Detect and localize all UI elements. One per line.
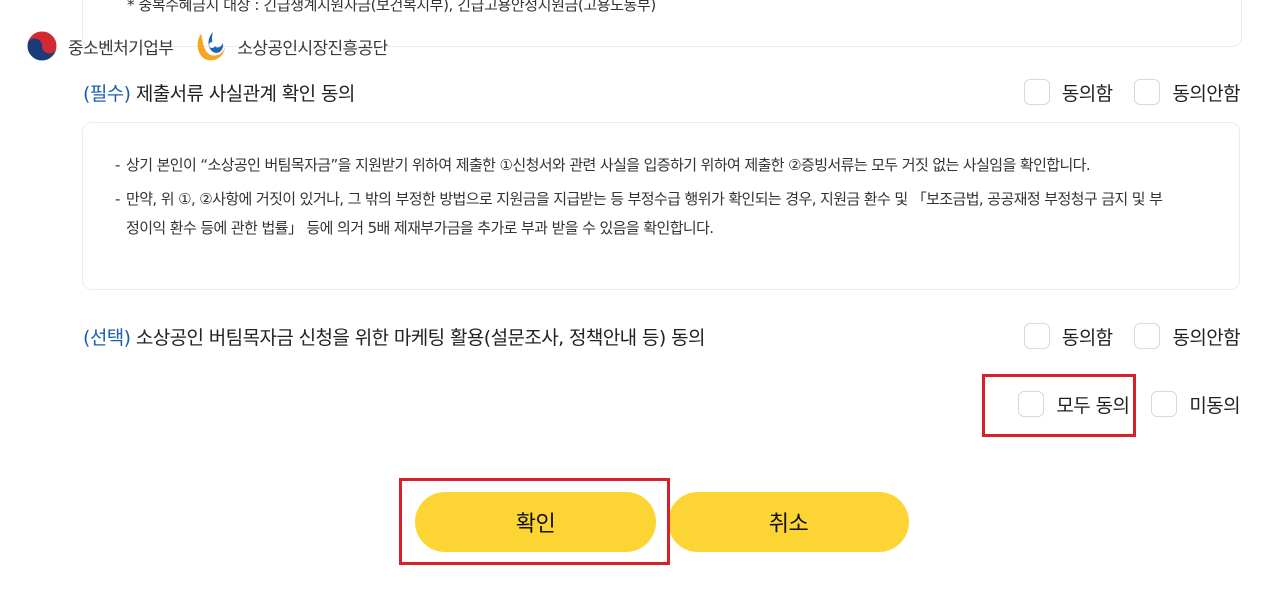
optional-consent-title: (선택) 소상공인 버팀목자금 신청을 위한 마케팅 활용(설문조사, 정책안내… xyxy=(83,323,1002,350)
optional-agree-checkbox[interactable] xyxy=(1023,323,1050,349)
optional-disagree-option[interactable]: 동의안함 xyxy=(1134,323,1241,350)
consent-item: - 상기 본인이 “소상공인 버팀목자금”을 지원받기 위하여 제출한 ①신청서… xyxy=(115,156,1091,174)
optional-disagree-label: 동의안함 xyxy=(1172,326,1240,349)
agree-all-label: 모두 동의 xyxy=(1056,394,1130,417)
optional-consent-options: 동의함 동의안함 xyxy=(1002,323,1241,350)
required-tag: (필수) xyxy=(83,82,131,105)
confirm-button[interactable]: 확인 xyxy=(415,492,656,552)
ministry-logo: 중소벤처기업부 xyxy=(24,28,174,64)
agree-all-checkbox[interactable] xyxy=(1018,391,1045,417)
required-agree-checkbox[interactable] xyxy=(1023,79,1050,105)
required-consent-options: 동의함 동의안함 xyxy=(1002,79,1241,106)
optional-consent-row: (선택) 소상공인 버팀목자금 신청을 위한 마케팅 활용(설문조사, 정책안내… xyxy=(83,321,1241,351)
required-disagree-label: 동의안함 xyxy=(1172,82,1240,105)
taegeuk-icon xyxy=(26,30,58,62)
logo-bar: 중소벤처기업부 소상공인시장진흥공단 xyxy=(24,26,388,66)
agency-name: 소상공인시장진흥공단 xyxy=(237,38,388,59)
required-consent-title: (필수) 제출서류 사실관계 확인 동의 xyxy=(83,79,1002,106)
optional-agree-option[interactable]: 동의함 xyxy=(1023,323,1113,350)
required-disagree-checkbox[interactable] xyxy=(1134,79,1161,105)
action-buttons: 확인 취소 xyxy=(415,492,909,552)
optional-agree-label: 동의함 xyxy=(1061,326,1113,349)
required-agree-label: 동의함 xyxy=(1061,82,1113,105)
agency-logo: 소상공인시장진흥공단 xyxy=(193,28,388,64)
required-consent-row: (필수) 제출서류 사실관계 확인 동의 동의함 동의안함 xyxy=(83,77,1241,107)
optional-disagree-checkbox[interactable] xyxy=(1134,323,1161,349)
consent-item-text: 상기 본인이 “소상공인 버팀목자금”을 지원받기 위하여 제출한 ①신청서와 … xyxy=(126,156,1091,174)
required-agree-option[interactable]: 동의함 xyxy=(1023,79,1113,106)
optional-tag: (선택) xyxy=(83,326,131,349)
required-consent-title-text: 제출서류 사실관계 확인 동의 xyxy=(135,82,355,105)
agree-all-option[interactable]: 모두 동의 xyxy=(1018,391,1130,418)
disagree-all-checkbox[interactable] xyxy=(1151,391,1178,417)
ministry-name: 중소벤처기업부 xyxy=(68,38,174,59)
required-disagree-option[interactable]: 동의안함 xyxy=(1134,79,1241,106)
required-consent-content: - 상기 본인이 “소상공인 버팀목자금”을 지원받기 위하여 제출한 ①신청서… xyxy=(82,122,1240,290)
all-consent-row: 모두 동의 미동의 xyxy=(996,388,1241,420)
consent-list: - 상기 본인이 “소상공인 버팀목자금”을 지원받기 위하여 제출한 ①신청서… xyxy=(115,151,1175,243)
consent-item-text: 만약, 위 ①, ②사항에 거짓이 있거나, 그 밖의 부정한 방법으로 지원금… xyxy=(126,190,1163,237)
duplicate-benefit-note: * 중복수혜금지 대상 : 긴급생계지원자금(보건복지부), 긴급고용안정지원금… xyxy=(127,0,656,14)
disagree-all-label: 미동의 xyxy=(1189,394,1240,417)
agency-emblem-icon xyxy=(197,32,226,61)
consent-item: - 만약, 위 ①, ②사항에 거짓이 있거나, 그 밖의 부정한 방법으로 지… xyxy=(115,190,1163,237)
disagree-all-option[interactable]: 미동의 xyxy=(1151,391,1241,418)
cancel-button[interactable]: 취소 xyxy=(668,492,909,552)
optional-consent-title-text: 소상공인 버팀목자금 신청을 위한 마케팅 활용(설문조사, 정책안내 등) 동… xyxy=(135,326,706,349)
